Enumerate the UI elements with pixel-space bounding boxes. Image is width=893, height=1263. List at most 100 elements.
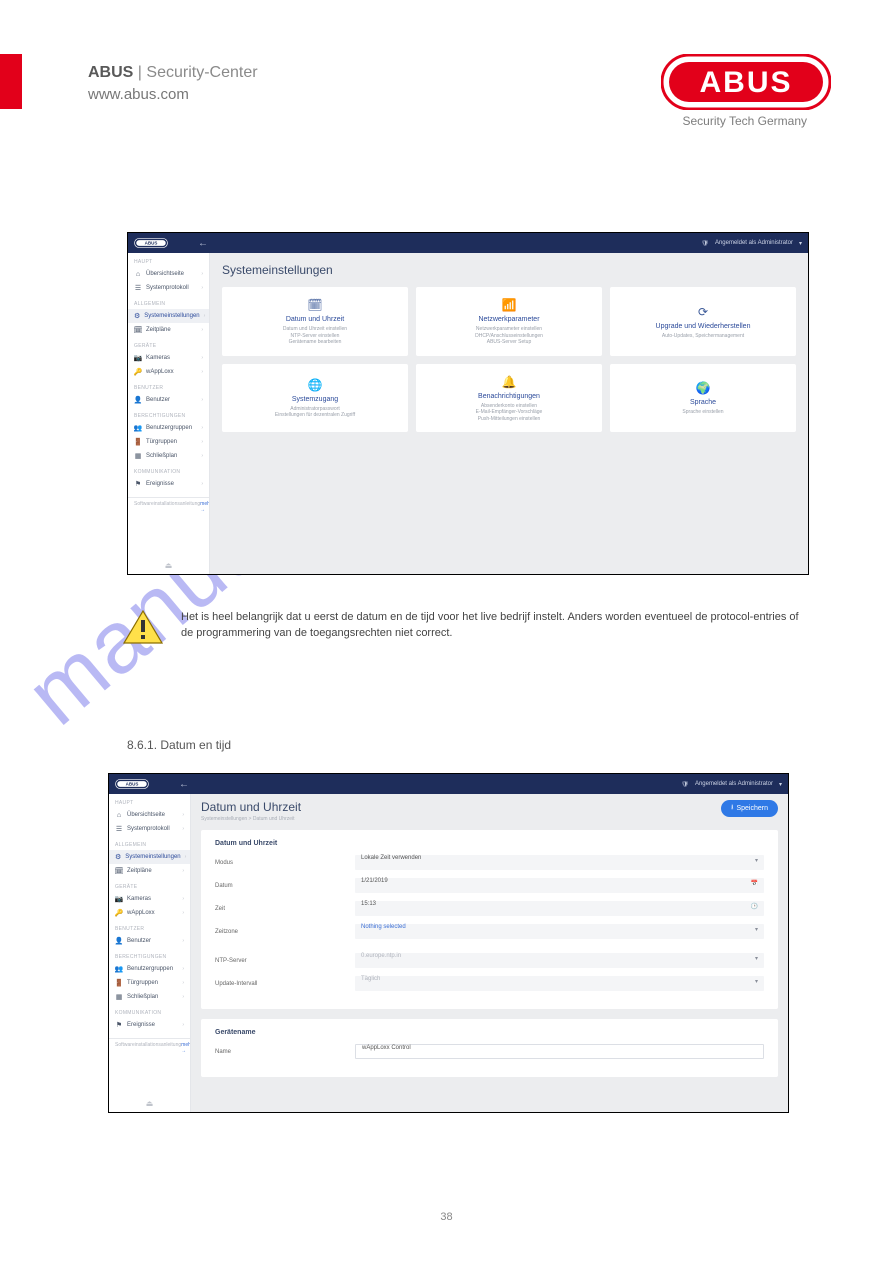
timezone-select[interactable]: Nothing selected <box>355 924 764 939</box>
sidebar-item-lockplan[interactable]: ▦Schließplan› <box>115 990 184 1004</box>
sidebar-item-users[interactable]: 👤Benutzer› <box>115 934 184 948</box>
app-topbar: ABUS ← 🛡 Angemeldet als Administrator ▾ <box>109 774 788 794</box>
page-header: ABUS | Security-Center www.abus.com ABUS… <box>0 54 893 134</box>
list-icon: ☰ <box>115 825 123 833</box>
sidebar-group-label: KOMMUNIKATION <box>134 467 203 477</box>
door-icon: 🚪 <box>134 438 142 446</box>
sidebar-item-label: Ereignisse <box>127 1022 155 1028</box>
user-icon: 👤 <box>134 396 142 404</box>
lang-icon: 🌍 <box>695 380 711 396</box>
sidebar-item-overview[interactable]: ⌂Übersichtseite› <box>134 267 203 281</box>
row-timezone: Zeitzone Nothing selected <box>215 924 764 939</box>
users-icon: 👥 <box>134 424 142 432</box>
breadcrumb: Systemeinstellungen > Datum und Uhrzeit <box>201 816 301 822</box>
panel-title: Gerätename <box>215 1029 764 1036</box>
sidebar-item-protocol[interactable]: ☰Systemprotokoll› <box>134 281 203 295</box>
svg-text:ABUS: ABUS <box>699 66 792 99</box>
timezone-value: Nothing selected <box>361 924 406 930</box>
save-icon: ⭳ <box>731 803 733 814</box>
gear-icon: ⚙ <box>115 853 121 861</box>
back-arrow-icon[interactable]: ← <box>179 779 189 790</box>
settings-card-c_upg[interactable]: ⟳Upgrade und WiederherstellenAuto-Update… <box>610 287 796 356</box>
card-description: Sprache einstellen <box>682 409 723 416</box>
topbar-user-status[interactable]: 🛡 Angemeldet als Administrator ▾ <box>701 240 802 247</box>
topbar-user-status[interactable]: 🛡 Angemeldet als Administrator ▾ <box>681 781 782 788</box>
save-button[interactable]: ⭳ Speichern <box>721 800 778 817</box>
device-name-input[interactable]: wAppLoxx Control <box>355 1044 764 1059</box>
update-interval-label: Update-Intervall <box>215 981 355 987</box>
sidebar-item-overview[interactable]: ⌂Übersichtseite› <box>115 808 184 822</box>
sidebar-item-syssettings[interactable]: ⚙Systemeinstellungen› <box>128 309 209 323</box>
sidebar-group-label: BERECHTIGUNGEN <box>134 411 203 421</box>
settings-card-c_lang[interactable]: 🌍SpracheSprache einstellen <box>610 364 796 433</box>
globe-icon: 🌐 <box>307 377 323 393</box>
sidebar-item-timeplan[interactable]: 🗓Zeitpläne› <box>115 864 184 878</box>
row-ntp: NTP-Server 0.europe.ntp.in <box>215 953 764 968</box>
sidebar-item-timeplan[interactable]: 🗓Zeitpläne› <box>134 323 203 337</box>
sidebar-item-usergroups[interactable]: 👥Benutzergruppen› <box>134 421 203 435</box>
settings-card-c_access[interactable]: 🌐SystemzugangAdministratorpasswort Einst… <box>222 364 408 433</box>
time-input[interactable]: 15:13🕒 <box>355 901 764 916</box>
app-content: Systemeinstellungen 🗓Datum und UhrzeitDa… <box>210 253 808 574</box>
chevron-down-icon: ▾ <box>779 781 782 788</box>
sidebar-footer-left: Softwareinstallationsanleitung <box>134 501 200 513</box>
sidebar-item-syssettings[interactable]: ⚙Systemeinstellungen› <box>109 850 190 864</box>
header-brand-line: ABUS | Security-Center <box>88 64 258 82</box>
update-interval-select[interactable]: Täglich <box>355 976 764 991</box>
settings-card-c_date[interactable]: 🗓Datum und UhrzeitDatum und Uhrzeit eins… <box>222 287 408 356</box>
sidebar-item-protocol[interactable]: ☰Systemprotokoll› <box>115 822 184 836</box>
calendar-icon: 📅 <box>751 880 758 887</box>
sidebar-item-cameras[interactable]: 📷Kameras› <box>134 351 203 365</box>
chevron-right-icon: › <box>204 313 206 319</box>
mode-select[interactable]: Lokale Zeit verwenden <box>355 855 764 870</box>
sidebar-item-lockplan[interactable]: ▦Schließplan› <box>134 449 203 463</box>
sidebar-group-label: GERÄTE <box>115 882 184 892</box>
sidebar-item-label: Türgruppen <box>146 439 177 445</box>
settings-card-grid: 🗓Datum und UhrzeitDatum und Uhrzeit eins… <box>222 287 796 432</box>
abus-logo-small: ABUS <box>115 778 149 790</box>
sidebar-item-label: Benutzer <box>146 397 170 403</box>
chevron-right-icon: › <box>201 271 203 277</box>
svg-text:ABUS: ABUS <box>145 241 158 246</box>
sidebar-group-label: BENUTZER <box>115 924 184 934</box>
sidebar-item-label: Türgruppen <box>127 980 158 986</box>
date-input[interactable]: 1/21/2019📅 <box>355 878 764 893</box>
chevron-right-icon: › <box>201 425 203 431</box>
user-status-label: Angemeldet als Administrator <box>695 781 773 787</box>
sidebar-item-usergroups[interactable]: 👥Benutzergruppen› <box>115 962 184 976</box>
sidebar-item-doorgroups[interactable]: 🚪Türgruppen› <box>134 435 203 449</box>
shield-icon: 🛡 <box>701 240 709 247</box>
panel-title: Datum und Uhrzeit <box>215 840 764 847</box>
chevron-right-icon: › <box>201 285 203 291</box>
sidebar-footer-link[interactable]: mehr → <box>200 501 210 513</box>
sidebar-footer-link[interactable]: mehr → <box>181 1042 191 1054</box>
chevron-right-icon: › <box>182 812 184 818</box>
key-icon: 🔑 <box>115 909 123 917</box>
row-time: Zeit 15:13🕒 <box>215 901 764 916</box>
sidebar-item-users[interactable]: 👤Benutzer› <box>134 393 203 407</box>
back-arrow-icon[interactable]: ← <box>198 238 208 249</box>
sidebar-collapse-icon[interactable]: ⏏ <box>128 561 209 570</box>
sidebar-group-label: GERÄTE <box>134 341 203 351</box>
chevron-right-icon: › <box>182 994 184 1000</box>
sidebar-collapse-icon[interactable]: ⏏ <box>109 1099 190 1108</box>
ntp-select[interactable]: 0.europe.ntp.in <box>355 953 764 968</box>
card-description: Absenderkonto einstellen E-Mail-Empfänge… <box>476 403 543 423</box>
sidebar-item-events[interactable]: ⚑Ereignisse› <box>134 477 203 491</box>
sidebar-item-events[interactable]: ⚑Ereignisse› <box>115 1018 184 1032</box>
sidebar-item-cameras[interactable]: 📷Kameras› <box>115 892 184 906</box>
settings-card-c_net[interactable]: 📶NetzwerkparameterNetzwerkparameter eins… <box>416 287 602 356</box>
chevron-right-icon: › <box>182 868 184 874</box>
door-icon: 🚪 <box>115 979 123 987</box>
section-heading: 8.6.1. Datum en tijd <box>127 738 231 752</box>
sidebar-item-label: Kameras <box>127 896 151 902</box>
chevron-right-icon: › <box>185 854 187 860</box>
sidebar-item-label: Benutzergruppen <box>127 966 173 972</box>
panel-device-name: Gerätename Name wAppLoxx Control <box>201 1019 778 1077</box>
settings-card-c_notif[interactable]: 🔔BenachrichtigungenAbsenderkonto einstel… <box>416 364 602 433</box>
brand-name: ABUS <box>88 64 133 81</box>
sidebar-item-doorgroups[interactable]: 🚪Türgruppen› <box>115 976 184 990</box>
card-title: Upgrade und Wiederherstellen <box>656 323 751 330</box>
sidebar-item-wapploxx[interactable]: 🔑wAppLoxx› <box>115 906 184 920</box>
sidebar-item-wapploxx[interactable]: 🔑wAppLoxx› <box>134 365 203 379</box>
